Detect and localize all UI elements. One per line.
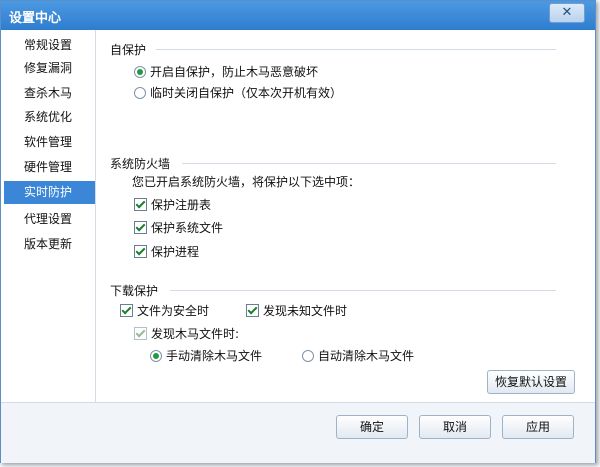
checkbox-checked-disabled-icon xyxy=(134,327,147,340)
sidebar: 常规设置 修复漏洞 查杀木马 系统优化 软件管理 硬件管理 实时防护 代理设置 … xyxy=(4,30,96,402)
trojan-file-label: 发现木马文件时: xyxy=(151,327,240,341)
protect-process-label: 保护进程 xyxy=(151,245,200,259)
content-panel: 自保护 开启自保护，防止木马恶意破坏 临时关闭自保护（仅本次开机有效） 系统防火… xyxy=(96,30,586,402)
firewall-divider xyxy=(182,163,556,164)
restore-default-button[interactable]: 恢复默认设置 xyxy=(487,370,575,394)
sidebar-item-software[interactable]: 软件管理 xyxy=(4,131,95,154)
auto-clean-label: 自动清除木马文件 xyxy=(318,349,415,363)
self-protect-off-option[interactable]: 临时关闭自保护（仅本次开机有效） xyxy=(134,85,342,101)
window-title: 设置中心 xyxy=(9,11,62,26)
firewall-title: 系统防火墙 xyxy=(110,157,171,171)
checkbox-checked-icon xyxy=(120,304,133,317)
close-button[interactable]: ✕ xyxy=(549,3,585,23)
sidebar-item-hardware[interactable]: 硬件管理 xyxy=(4,156,95,179)
checkbox-checked-icon xyxy=(134,221,147,234)
checkbox-checked-icon xyxy=(134,198,147,211)
unknown-file-label: 发现未知文件时 xyxy=(263,304,348,318)
firewall-description: 您已开启系统防火墙，将保护以下选中项： xyxy=(132,175,361,189)
protect-process-checkbox[interactable]: 保护进程 xyxy=(134,244,199,260)
download-protect-divider xyxy=(170,290,556,291)
unknown-file-checkbox[interactable]: 发现未知文件时 xyxy=(246,303,347,319)
radio-unselected-icon xyxy=(134,87,146,99)
radio-selected-icon xyxy=(150,350,162,362)
apply-button[interactable]: 应用 xyxy=(502,415,574,439)
title-bar: 设置中心 ✕ xyxy=(1,1,595,30)
radio-selected-icon xyxy=(134,66,146,78)
sidebar-item-system-optimize[interactable]: 系统优化 xyxy=(4,106,95,129)
self-protect-divider xyxy=(156,49,556,50)
protect-system-files-checkbox[interactable]: 保护系统文件 xyxy=(134,220,223,236)
download-protect-title: 下载保护 xyxy=(110,284,159,298)
ok-button[interactable]: 确定 xyxy=(336,415,408,439)
checkbox-checked-icon xyxy=(246,304,259,317)
sidebar-item-trojan-scan[interactable]: 查杀木马 xyxy=(4,82,95,105)
cancel-button[interactable]: 取消 xyxy=(419,415,491,439)
protect-system-files-label: 保护系统文件 xyxy=(151,221,224,235)
manual-clean-option[interactable]: 手动清除木马文件 xyxy=(150,348,262,364)
self-protect-on-label: 开启自保护，防止木马恶意破坏 xyxy=(150,65,319,79)
protect-registry-checkbox[interactable]: 保护注册表 xyxy=(134,197,211,213)
sidebar-item-fix-vulnerabilities[interactable]: 修复漏洞 xyxy=(4,57,95,80)
sidebar-item-general[interactable]: 常规设置 xyxy=(4,34,95,57)
sidebar-item-version-update[interactable]: 版本更新 xyxy=(4,233,95,256)
footer-bar: 确定 取消 应用 xyxy=(1,402,595,463)
sidebar-item-proxy[interactable]: 代理设置 xyxy=(4,208,95,231)
self-protect-on-option[interactable]: 开启自保护，防止木马恶意破坏 xyxy=(134,64,318,80)
trojan-file-checkbox: 发现木马文件时: xyxy=(134,326,239,342)
radio-unselected-icon xyxy=(302,350,314,362)
safe-file-checkbox[interactable]: 文件为安全时 xyxy=(120,303,209,319)
self-protect-title: 自保护 xyxy=(110,43,147,57)
manual-clean-label: 手动清除木马文件 xyxy=(166,349,263,363)
protect-registry-label: 保护注册表 xyxy=(151,198,212,212)
self-protect-off-label: 临时关闭自保护（仅本次开机有效） xyxy=(150,86,343,100)
auto-clean-option[interactable]: 自动清除木马文件 xyxy=(302,348,414,364)
checkbox-checked-icon xyxy=(134,245,147,258)
sidebar-item-realtime-protection[interactable]: 实时防护 xyxy=(4,181,95,204)
safe-file-label: 文件为安全时 xyxy=(137,304,210,318)
settings-window: 设置中心 ✕ 常规设置 修复漏洞 查杀木马 系统优化 软件管理 硬件管理 实时防… xyxy=(0,0,596,463)
